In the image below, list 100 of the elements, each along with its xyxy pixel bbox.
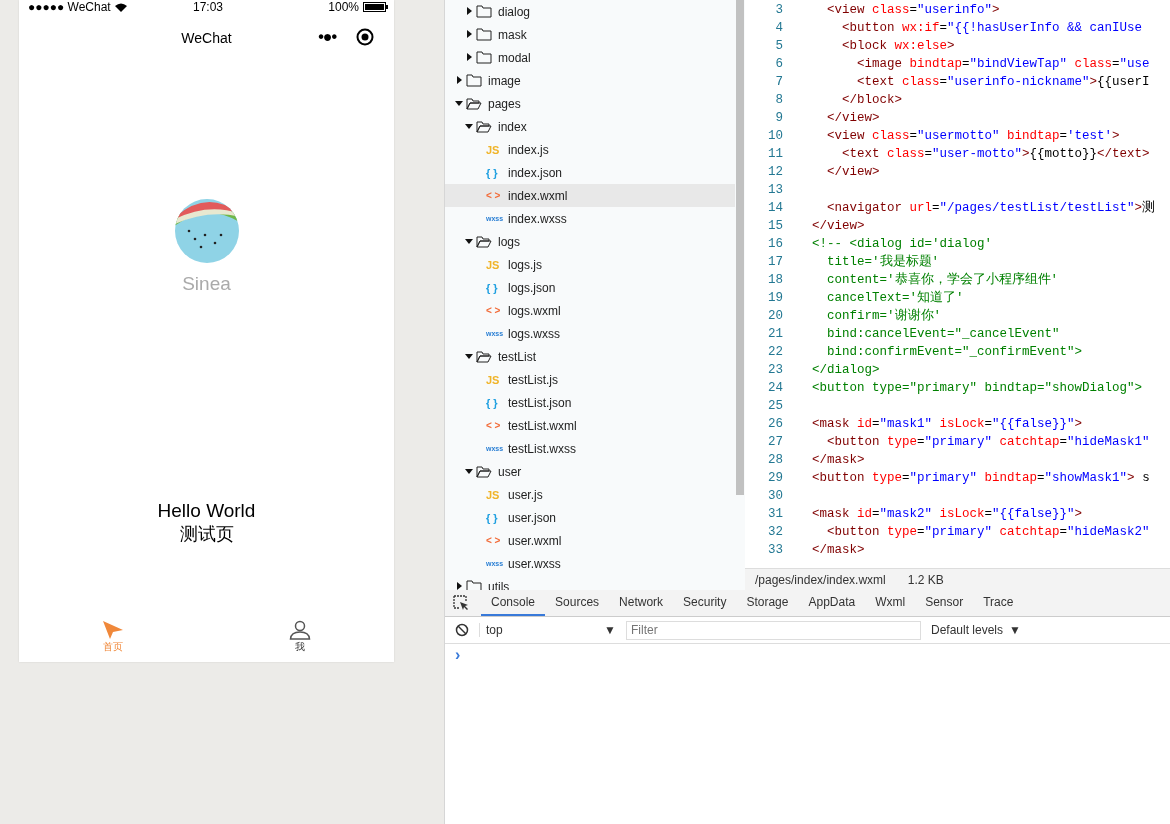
devtools-tab[interactable]: AppData xyxy=(798,590,866,616)
devtools-tab[interactable]: Storage xyxy=(736,590,799,616)
folder-name[interactable]: logs xyxy=(498,234,520,249)
devtools-tab[interactable]: Wxml xyxy=(865,590,916,616)
person-icon xyxy=(289,620,312,640)
code-line: <button type="primary" catchtap="hideMask2" xyxy=(826,524,1150,541)
code-line: </view> xyxy=(826,164,880,181)
target-icon[interactable] xyxy=(356,28,374,46)
tab-bar-item[interactable]: 我 xyxy=(206,620,394,662)
line-number: 21 xyxy=(767,326,783,343)
line-number: 10 xyxy=(767,128,783,145)
file-item[interactable]: { } index.json xyxy=(445,161,735,184)
more-menu-button[interactable]: •●• xyxy=(318,28,336,46)
line-number: 5 xyxy=(774,38,783,55)
file-path: /pages/index/index.wxml xyxy=(755,573,886,587)
file-type-icon: < > xyxy=(486,535,508,546)
file-item[interactable]: JS user.js xyxy=(445,483,735,506)
folder-icon xyxy=(476,5,492,18)
clear-console-icon[interactable] xyxy=(455,623,469,637)
code-line: <view class="usermotto" bindtap='test'> xyxy=(826,128,1120,145)
folder-icon xyxy=(466,580,482,590)
line-number: 17 xyxy=(767,254,783,271)
code-line: <button type="primary" bindtap="showMask1"> s xyxy=(812,470,1150,487)
file-type-icon: { } xyxy=(486,511,508,524)
log-levels-dropdown[interactable]: Default levels ▼ xyxy=(931,623,1021,637)
line-number: 19 xyxy=(767,290,783,307)
code-line: <mask id="mask1" isLock="{{false}}"> xyxy=(812,416,1083,433)
code-line: <mask id="mask2" isLock="{{false}}"> xyxy=(812,506,1083,523)
file-item[interactable]: { } user.json xyxy=(445,506,735,529)
line-number: 20 xyxy=(767,308,783,325)
motto-text: Hello World xyxy=(157,500,256,522)
line-number: 30 xyxy=(767,488,783,505)
file-item[interactable]: < > index.wxml xyxy=(445,184,735,207)
scrollbar[interactable] xyxy=(736,0,744,495)
filter-field[interactable]: Filter xyxy=(626,620,921,640)
folder-name[interactable]: testList xyxy=(498,349,536,364)
file-item[interactable]: { } logs.json xyxy=(445,276,735,299)
code-line: confirm='谢谢你' xyxy=(826,307,941,325)
code-line: cancelText='知道了' xyxy=(826,289,964,307)
file-item[interactable]: < > user.wxml xyxy=(445,529,735,552)
console-prompt[interactable]: › xyxy=(445,644,1170,666)
devtools-tab[interactable]: Console xyxy=(481,590,546,616)
file-type-icon: < > xyxy=(486,305,508,316)
folder-icon xyxy=(476,51,492,64)
folder-name[interactable]: mask xyxy=(498,27,527,42)
folder-name[interactable]: index xyxy=(498,119,527,134)
file-size: 1.2 KB xyxy=(907,573,944,587)
code-line: <button type="primary" catchtap="hideMask1" xyxy=(826,434,1150,451)
file-type-icon: < > xyxy=(486,190,508,201)
devtools-tab[interactable]: Security xyxy=(673,590,737,616)
folder-icon xyxy=(476,28,492,41)
battery-text: 100% xyxy=(328,0,359,14)
test-page-link[interactable]: 测试页 xyxy=(179,522,234,546)
line-number: 4 xyxy=(774,20,783,37)
code-line: <button type="primary" bindtap="showDialog"> xyxy=(812,380,1143,397)
devtools-tab[interactable]: Sources xyxy=(545,590,610,616)
code-line: <!-- <dialog id='dialog' xyxy=(812,236,993,253)
code-line: title='我是标题' xyxy=(826,253,939,271)
line-number: 14 xyxy=(767,200,783,217)
code-line: <view class="userinfo"> xyxy=(826,2,1000,19)
wifi-icon xyxy=(114,2,127,12)
folder-name[interactable]: pages xyxy=(488,96,521,111)
folder-name[interactable]: modal xyxy=(498,50,531,65)
code-line: <button wx:if="{{!hasUserInfo && canIUse xyxy=(841,20,1143,37)
line-number: 23 xyxy=(767,362,783,379)
code-line: <text class="user-motto">{{motto}}</text> xyxy=(841,146,1150,163)
inspect-icon[interactable] xyxy=(453,595,469,611)
code-line: </dialog> xyxy=(812,362,880,379)
file-item[interactable]: { } testList.json xyxy=(445,391,735,414)
open-folder-icon xyxy=(476,120,492,133)
open-folder-icon xyxy=(476,350,492,363)
open-folder-icon xyxy=(476,235,492,248)
devtools-tab[interactable]: Sensor xyxy=(915,590,974,616)
line-number: 22 xyxy=(767,344,783,361)
file-item[interactable]: JS testList.js xyxy=(445,368,735,391)
folder-name[interactable]: user xyxy=(498,464,522,479)
file-item[interactable]: JS index.js xyxy=(445,138,735,161)
context-select[interactable]: top ▼ xyxy=(479,623,616,637)
code-line: content='恭喜你，学会了小程序组件' xyxy=(826,271,1058,289)
open-folder-icon xyxy=(476,465,492,478)
file-type-icon: JS xyxy=(486,258,508,271)
devtools-tab[interactable]: Trace xyxy=(973,590,1024,616)
file-type-icon: { } xyxy=(486,396,508,409)
line-number: 18 xyxy=(767,272,783,289)
line-number: 16 xyxy=(767,236,783,253)
line-number: 9 xyxy=(774,110,783,127)
folder-name[interactable]: dialog xyxy=(498,4,531,19)
folder-name[interactable]: utils xyxy=(488,579,510,590)
line-number: 13 xyxy=(767,182,783,199)
devtools-tab[interactable]: Network xyxy=(609,590,674,616)
code-line: bind:cancelEvent="_cancelEvent" xyxy=(826,326,1060,343)
file-item[interactable]: < > testList.wxml xyxy=(445,414,735,437)
nav-title: WeChat xyxy=(181,30,232,46)
folder-name[interactable]: image xyxy=(488,73,521,88)
file-item[interactable]: JS logs.js xyxy=(445,253,735,276)
file-item[interactable]: < > logs.wxml xyxy=(445,299,735,322)
line-number: 29 xyxy=(767,470,783,487)
code-line: </view> xyxy=(812,218,865,235)
file-type-icon: < > xyxy=(486,420,508,431)
line-number: 31 xyxy=(767,506,783,523)
